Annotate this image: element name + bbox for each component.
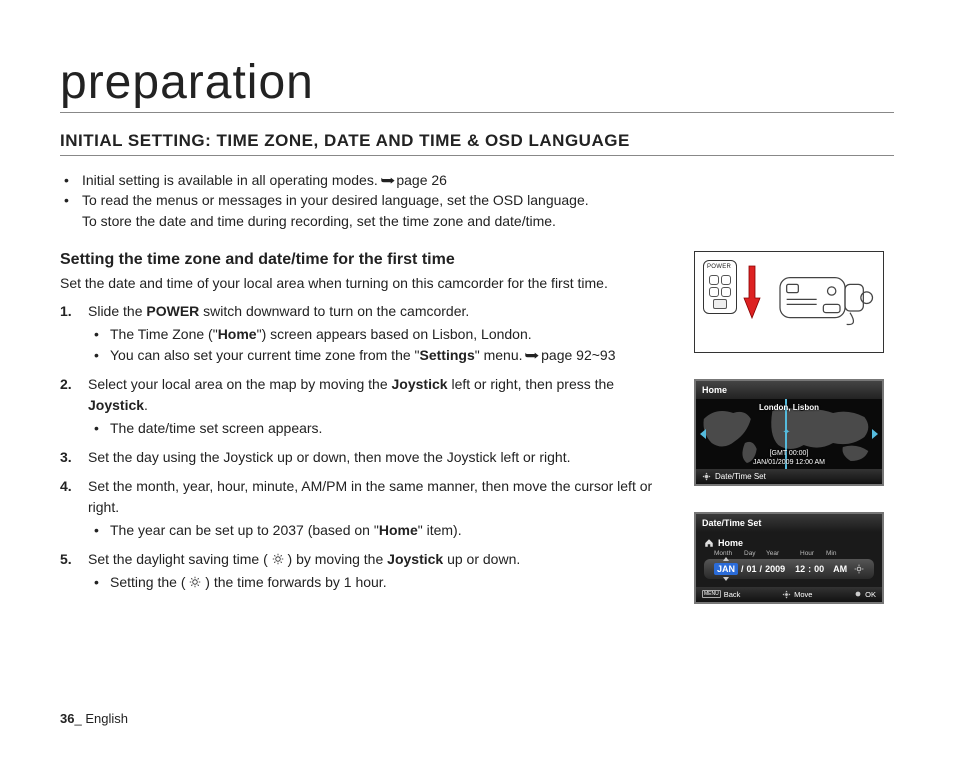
val-month: JAN [714, 563, 738, 575]
section-heading: INITIAL SETTING: TIME ZONE, DATE AND TIM… [60, 131, 894, 156]
step-4: Set the month, year, hour, minute, AM/PM… [82, 476, 664, 541]
osd-dt-title: Date/Time Set [696, 514, 882, 532]
intro-text: Initial setting is available in all oper… [82, 172, 382, 188]
step-sub: Setting the ( ) the time forwards by 1 h… [110, 572, 664, 593]
step-text: The year can be set up to 2037 (based on… [110, 522, 379, 538]
sub-intro-text: Set the date and time of your local area… [60, 275, 664, 291]
step-sub: The year can be set up to 2037 (based on… [110, 520, 664, 541]
osd-dt-headers: Month Day Year Hour Min [704, 550, 874, 557]
page-ref: page 92~93 [541, 347, 615, 363]
step-text: Set the daylight saving time ( [88, 551, 268, 567]
osd-gmt: [GMT 00:00] [696, 450, 882, 458]
hdr-month: Month [714, 550, 740, 557]
hdr-day: Day [744, 550, 762, 557]
page-sep: _ [74, 711, 85, 726]
step-text: " menu. [475, 347, 527, 363]
crosshair-icon: ✦ [782, 429, 790, 437]
hdr-year: Year [766, 550, 796, 557]
step-text: " item). [418, 522, 462, 538]
power-switch-icon: POWER [703, 260, 737, 314]
joystick-icon [782, 590, 791, 599]
page-title: preparation [60, 55, 894, 113]
step-sub: You can also set your current time zone … [110, 345, 664, 366]
joystick-label: Joystick [392, 376, 448, 392]
home-label: Home [379, 522, 418, 538]
osd-home-label: Home [718, 538, 743, 548]
joystick-icon [702, 472, 711, 481]
osd-home-screen: Home ✦ Lond [694, 379, 884, 486]
val-year: 2009 [765, 564, 785, 574]
step-text: ) by moving the [288, 551, 388, 567]
step-sub: The Time Zone ("Home") screen appears ba… [110, 324, 664, 345]
step-2: Select your local area on the map by mov… [82, 374, 664, 439]
power-label: POWER [146, 303, 199, 319]
step-text: up or down. [443, 551, 520, 567]
nav-right-icon [872, 429, 878, 439]
sep: / [741, 564, 744, 574]
page-number-value: 36 [60, 711, 74, 726]
osd-move-label: Move [794, 590, 812, 599]
step-text: Setting the ( [110, 574, 186, 590]
osd-ok-label: OK [865, 590, 876, 599]
dst-sun-icon [854, 564, 864, 574]
nav-left-icon [700, 429, 706, 439]
power-illustration: POWER [694, 251, 884, 353]
ref-arrow-icon: ➥ [380, 170, 395, 190]
intro-item: Initial setting is available in all oper… [82, 170, 894, 190]
settings-label: Settings [420, 347, 475, 363]
val-hour: 12 [795, 564, 805, 574]
dst-sun-icon [272, 553, 284, 565]
val-min: 00 [814, 564, 824, 574]
step-5: Set the daylight saving time ( ) by movi… [82, 549, 664, 593]
val-ampm: AM [833, 564, 847, 574]
ref-arrow-icon: ➥ [525, 345, 540, 366]
home-label: Home [218, 326, 257, 342]
power-switch-label: POWER [707, 264, 731, 270]
intro-list: Initial setting is available in all oper… [82, 170, 894, 231]
val-day: 01 [747, 564, 757, 574]
osd-datebar: JAN / 01 / 2009 12 : 00 AM [704, 559, 874, 579]
step-text: The Time Zone (" [110, 326, 218, 342]
page-number: 36_ English [60, 711, 128, 726]
intro-item: To read the menus or messages in your de… [82, 190, 894, 231]
sub-heading: Setting the time zone and date/time for … [60, 251, 664, 269]
osd-datetime-screen: Date/Time Set Home Month Day Year Hour M… [694, 512, 884, 604]
home-icon [704, 538, 714, 548]
hdr-min: Min [826, 550, 846, 557]
down-arrow-icon [743, 264, 761, 320]
step-text: Set the month, year, hour, minute, AM/PM… [88, 478, 652, 515]
joystick-label: Joystick [88, 397, 144, 413]
osd-location: London, Lisbon [696, 403, 882, 412]
step-text: Select your local area on the map by mov… [88, 376, 392, 392]
step-1: Slide the POWER switch downward to turn … [82, 301, 664, 366]
step-3: Set the day using the Joystick up or dow… [82, 447, 664, 468]
step-text: switch downward to turn on the camcorder… [199, 303, 469, 319]
osd-back-label: Back [724, 590, 741, 599]
intro-text: To read the menus or messages in your de… [82, 192, 589, 208]
osd-home-title: Home [696, 381, 882, 399]
dst-sun-icon [189, 576, 201, 588]
sep: / [760, 564, 763, 574]
osd-datetime: JAN/01/2009 12:00 AM [696, 459, 882, 467]
sep: : [808, 564, 811, 574]
osd-footer-label: Date/Time Set [715, 472, 766, 481]
intro-page-ref: page 26 [396, 172, 447, 188]
hdr-hour: Hour [800, 550, 822, 557]
steps-list: Slide the POWER switch downward to turn … [82, 301, 664, 593]
step-text: ") screen appears based on Lisbon, Londo… [257, 326, 532, 342]
camcorder-icon [775, 260, 875, 332]
step-sub: The date/time set screen appears. [110, 418, 664, 439]
page-lang: English [85, 711, 128, 726]
ok-dot-icon [854, 590, 862, 598]
step-text: . [144, 397, 148, 413]
joystick-label: Joystick [387, 551, 443, 567]
step-text: Slide the [88, 303, 146, 319]
step-text: left or right, then press the [448, 376, 615, 392]
step-text: You can also set your current time zone … [110, 347, 420, 363]
menu-icon: MENU [702, 590, 721, 598]
step-text: ) the time forwards by 1 hour. [205, 574, 386, 590]
intro-text: To store the date and time during record… [82, 213, 556, 229]
